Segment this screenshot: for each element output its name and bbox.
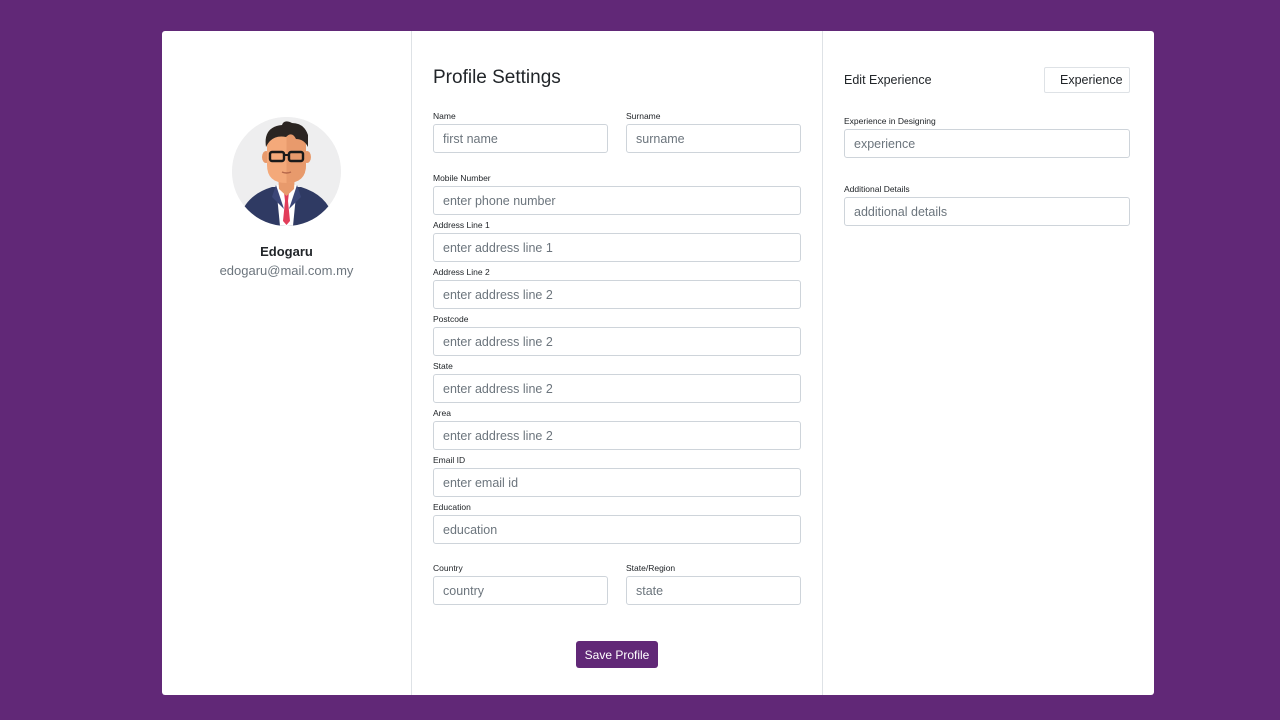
mobile-number-input[interactable]: [433, 186, 801, 215]
surname-input[interactable]: [626, 124, 801, 153]
designing-group: Experience in Designing: [844, 116, 1130, 158]
experience-panel: Edit Experience Experience Experience in…: [823, 31, 1154, 695]
name-row: Name Surname: [433, 111, 801, 153]
save-wrap: Save Profile: [433, 641, 801, 668]
address-line-1-input[interactable]: [433, 233, 801, 262]
country-input[interactable]: [433, 576, 608, 605]
user-avatar-icon: [232, 117, 341, 226]
area-label: Area: [433, 408, 451, 418]
postcode-input[interactable]: [433, 327, 801, 356]
profile-settings-form: Profile Settings Name Surname Mobile Num…: [412, 31, 823, 695]
add-experience-button[interactable]: Experience: [1044, 67, 1130, 93]
state-region-input[interactable]: [626, 576, 801, 605]
user-email: edogaru@mail.com.my: [219, 263, 354, 278]
postcode-group: Postcode: [433, 314, 801, 356]
country-group: Country: [433, 563, 608, 605]
state-input[interactable]: [433, 374, 801, 403]
address1-group: Address Line 1: [433, 220, 801, 262]
details-group: Additional Details: [844, 184, 1130, 226]
mobile-label: Mobile Number: [433, 173, 491, 183]
address2-label: Address Line 2: [433, 267, 490, 277]
email-group: Email ID: [433, 455, 801, 497]
mobile-group: Mobile Number: [433, 173, 801, 215]
state-label: State: [433, 361, 453, 371]
profile-card: Edogaru edogaru@mail.com.my Profile Sett…: [162, 31, 1154, 695]
save-profile-button[interactable]: Save Profile: [575, 641, 659, 668]
area-input[interactable]: [433, 421, 801, 450]
education-input[interactable]: [433, 515, 801, 544]
email-input[interactable]: [433, 468, 801, 497]
additional-details-input[interactable]: [844, 197, 1130, 226]
area-group: Area: [433, 408, 801, 450]
first-name-input[interactable]: [433, 124, 608, 153]
page-title: Profile Settings: [433, 67, 561, 88]
country-label: Country: [433, 563, 463, 573]
education-label: Education: [433, 502, 471, 512]
name-group: Name: [433, 111, 608, 153]
experience-title: Edit Experience: [844, 73, 932, 87]
state-group: State: [433, 361, 801, 403]
surname-group: Surname: [626, 111, 801, 153]
experience-input[interactable]: [844, 129, 1130, 158]
designing-label: Experience in Designing: [844, 116, 936, 126]
address1-label: Address Line 1: [433, 220, 490, 230]
experience-header: Edit Experience Experience: [844, 67, 1130, 93]
email-label: Email ID: [433, 455, 466, 465]
surname-label: Surname: [626, 111, 661, 121]
name-label: Name: [433, 111, 456, 121]
education-group: Education: [433, 502, 801, 544]
address-line-2-input[interactable]: [433, 280, 801, 309]
postcode-label: Postcode: [433, 314, 469, 324]
region-label: State/Region: [626, 563, 676, 573]
address2-group: Address Line 2: [433, 267, 801, 309]
country-row: Country State/Region: [433, 563, 801, 605]
profile-summary: Edogaru edogaru@mail.com.my: [162, 31, 412, 695]
user-name: Edogaru: [260, 244, 313, 259]
region-group: State/Region: [626, 563, 801, 605]
details-label: Additional Details: [844, 184, 910, 194]
